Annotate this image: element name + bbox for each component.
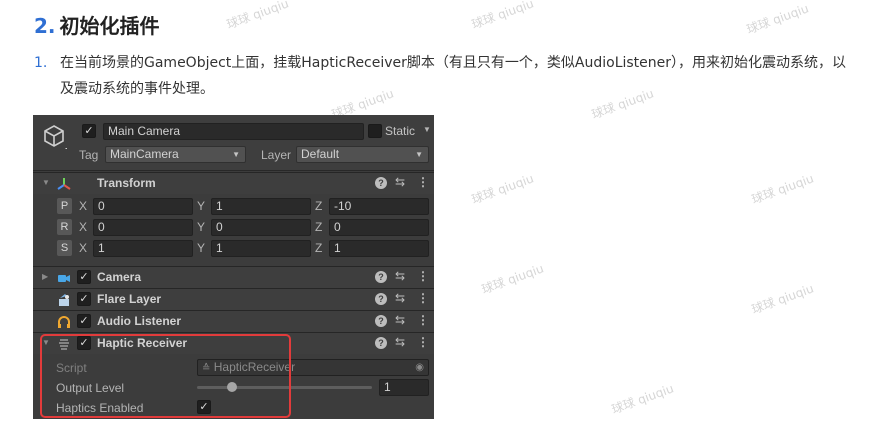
camera-enabled-checkbox[interactable]: ✓ [77, 270, 91, 284]
gameobject-header: ✓ Main Camera Static ▼ Tag MainCamera ▼ L… [33, 115, 434, 171]
foldout-arrow[interactable]: ▶ [42, 272, 48, 281]
layer-label: Layer [261, 148, 292, 162]
watermark: 球球 qiuqiu [609, 381, 676, 417]
preset-icon[interactable]: ⇆ [395, 335, 405, 349]
axis-x-label: X [79, 220, 88, 234]
static-dropdown-arrow[interactable]: ▼ [423, 125, 431, 134]
layer-value: Default [301, 147, 340, 161]
preset-icon[interactable]: ⇆ [395, 291, 405, 305]
position-y-field[interactable]: 1 [211, 198, 311, 215]
transform-position-row: P X 0 Y 1 Z -10 [33, 196, 434, 217]
help-icon[interactable]: ? [375, 271, 387, 283]
static-checkbox[interactable] [368, 124, 382, 138]
camera-component-header[interactable]: ▶ ✓ Camera ? ⇆ ⋮ [33, 266, 434, 288]
help-icon[interactable]: ? [375, 337, 387, 349]
more-icon[interactable]: ⋮ [417, 335, 429, 349]
flare-layer-icon [59, 294, 69, 306]
active-checkbox[interactable]: ✓ [82, 124, 96, 138]
axis-x-label: X [79, 199, 88, 213]
tag-label: Tag [79, 148, 99, 162]
rotation-y-field[interactable]: 0 [211, 219, 311, 236]
audio-listener-enabled-checkbox[interactable]: ✓ [77, 314, 91, 328]
scale-button[interactable]: S [57, 240, 72, 256]
camera-title: Camera [97, 270, 142, 284]
preset-icon[interactable]: ⇆ [395, 269, 405, 283]
axis-y-label: Y [197, 241, 206, 255]
scale-y-field[interactable]: 1 [211, 240, 311, 257]
preset-icon[interactable]: ⇆ [395, 175, 405, 189]
transform-title: Transform [97, 176, 156, 190]
audio-listener-component-header[interactable]: ✓ Audio Listener ? ⇆ ⋮ [33, 310, 434, 332]
rotation-button[interactable]: R [57, 219, 72, 235]
object-name-field[interactable]: Main Camera [103, 123, 364, 140]
more-icon[interactable]: ⋮ [417, 175, 429, 189]
section-heading: 2. 初始化插件 [34, 10, 160, 39]
transform-component-header[interactable]: ▼ Transform ? ⇆ ⋮ [33, 172, 434, 194]
output-level-field[interactable]: 1 [379, 379, 429, 396]
axis-x-label: X [79, 241, 88, 255]
transform-scale-row: S X 1 Y 1 Z 1 [33, 238, 434, 259]
more-icon[interactable]: ⋮ [417, 291, 429, 305]
heading-number: 2. [34, 14, 56, 38]
watermark: 球球 qiuqiu [469, 0, 536, 32]
axis-y-label: Y [197, 220, 206, 234]
position-x-field[interactable]: 0 [93, 198, 193, 215]
rotation-z-field[interactable]: 0 [329, 219, 429, 236]
gameobject-cube-icon [44, 125, 67, 149]
axis-y-label: Y [197, 199, 206, 213]
list-number: 1. [34, 55, 48, 71]
help-icon[interactable]: ? [375, 177, 387, 189]
chevron-down-icon: ▼ [415, 150, 423, 159]
more-icon[interactable]: ⋮ [417, 269, 429, 283]
help-icon[interactable]: ? [375, 293, 387, 305]
camera-icon [58, 275, 70, 282]
audio-listener-title: Audio Listener [97, 314, 182, 328]
foldout-arrow[interactable]: ▼ [42, 178, 50, 187]
position-button[interactable]: P [57, 198, 72, 214]
transform-rotation-row: R X 0 Y 0 Z 0 [33, 217, 434, 238]
object-picker-icon: ◉ [415, 362, 424, 373]
chevron-down-icon: ▼ [232, 150, 240, 159]
axis-z-label: Z [315, 220, 323, 234]
scale-z-field[interactable]: 1 [329, 240, 429, 257]
highlight-box [40, 334, 291, 418]
axis-z-label: Z [315, 199, 323, 213]
help-icon[interactable]: ? [375, 315, 387, 327]
headphones-icon [58, 316, 70, 328]
flare-layer-title: Flare Layer [97, 292, 162, 306]
preset-icon[interactable]: ⇆ [395, 313, 405, 327]
more-icon[interactable]: ⋮ [417, 313, 429, 327]
static-label: Static [385, 124, 416, 138]
position-z-field[interactable]: -10 [329, 198, 429, 215]
heading-text: 初始化插件 [59, 14, 160, 38]
watermark: 球球 qiuqiu [469, 171, 536, 207]
tag-dropdown[interactable]: MainCamera ▼ [105, 146, 246, 163]
tag-value: MainCamera [110, 147, 179, 161]
transform-icon [57, 178, 71, 190]
axis-z-label: Z [315, 241, 323, 255]
watermark: 球球 qiuqiu [744, 1, 811, 37]
flare-layer-component-header[interactable]: ✓ Flare Layer ? ⇆ ⋮ [33, 288, 434, 310]
flare-layer-enabled-checkbox[interactable]: ✓ [77, 292, 91, 306]
paragraph-text: 在当前场景的GameObject上面，挂载HapticReceiver脚本（有且… [60, 55, 847, 97]
layer-dropdown[interactable]: Default ▼ [296, 146, 429, 163]
rotation-x-field[interactable]: 0 [93, 219, 193, 236]
watermark: 球球 qiuqiu [749, 281, 816, 317]
watermark: 球球 qiuqiu [224, 0, 291, 32]
watermark: 球球 qiuqiu [749, 171, 816, 207]
scale-x-field[interactable]: 1 [93, 240, 193, 257]
watermark: 球球 qiuqiu [479, 261, 546, 297]
